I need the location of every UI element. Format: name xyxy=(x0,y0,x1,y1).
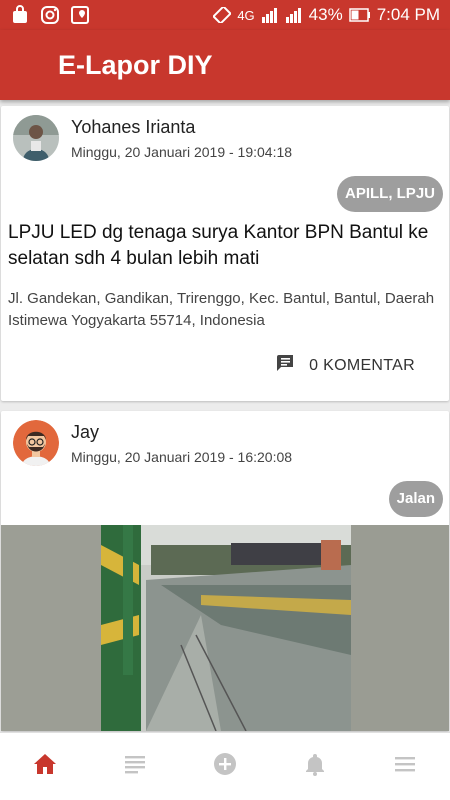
post-date: Minggu, 20 Januari 2019 - 16:20:08 xyxy=(71,449,293,465)
category-tag: APILL, LPJU xyxy=(336,176,443,212)
app-bar: E-Lapor DIY xyxy=(0,30,450,100)
nav-add-report[interactable] xyxy=(180,733,270,800)
instagram-icon xyxy=(40,5,60,25)
category-tag: Jalan xyxy=(388,481,443,517)
nav-menu[interactable] xyxy=(360,733,450,800)
author-name: Jay xyxy=(71,422,100,442)
card-header: Yohanes Irianta Minggu, 20 Januari 2019 … xyxy=(1,106,449,176)
signal-sim2-icon xyxy=(285,7,303,23)
nav-list[interactable] xyxy=(90,733,180,800)
bottom-nav xyxy=(0,732,450,800)
home-icon xyxy=(32,751,58,782)
signal-icon xyxy=(261,7,279,23)
report-title: LPJU LED dg tenaga surya Kantor BPN Bant… xyxy=(8,222,429,269)
author-name: Yohanes Irianta xyxy=(71,117,196,137)
nav-notifications[interactable] xyxy=(270,733,360,800)
menu-icon xyxy=(392,751,418,782)
report-photo[interactable] xyxy=(1,525,449,731)
add-circle-icon xyxy=(212,751,238,782)
list-icon xyxy=(122,751,148,782)
report-card[interactable]: Yohanes Irianta Minggu, 20 Januari 2019 … xyxy=(1,106,449,401)
comment-count: 0 KOMENTAR xyxy=(309,356,415,374)
shopping-bag-icon xyxy=(10,5,30,25)
battery-percent: 43% xyxy=(308,5,343,24)
report-card[interactable]: Jay Minggu, 20 Januari 2019 - 16:20:08 J… xyxy=(1,411,449,731)
report-address: Jl. Gandekan, Gandikan, Trirenggo, Kec. … xyxy=(8,290,435,329)
maps-icon xyxy=(70,5,90,25)
bell-icon xyxy=(302,751,328,782)
comment-icon xyxy=(275,354,295,377)
nav-home[interactable] xyxy=(0,733,90,800)
clock: 7:04 PM xyxy=(376,5,440,24)
avatar[interactable] xyxy=(13,420,59,466)
battery-icon xyxy=(348,7,371,23)
status-bar: 4G 43% 7:04 PM xyxy=(0,0,450,30)
report-feed[interactable]: Yohanes Irianta Minggu, 20 Januari 2019 … xyxy=(0,100,450,732)
app-title: E-Lapor DIY xyxy=(58,49,213,80)
sync-icon xyxy=(212,5,233,25)
avatar[interactable] xyxy=(13,115,59,161)
card-header: Jay Minggu, 20 Januari 2019 - 16:20:08 xyxy=(1,411,449,481)
comment-button[interactable]: 0 KOMENTAR xyxy=(275,354,415,377)
post-date: Minggu, 20 Januari 2019 - 19:04:18 xyxy=(71,144,293,160)
network-type: 4G xyxy=(237,7,255,23)
